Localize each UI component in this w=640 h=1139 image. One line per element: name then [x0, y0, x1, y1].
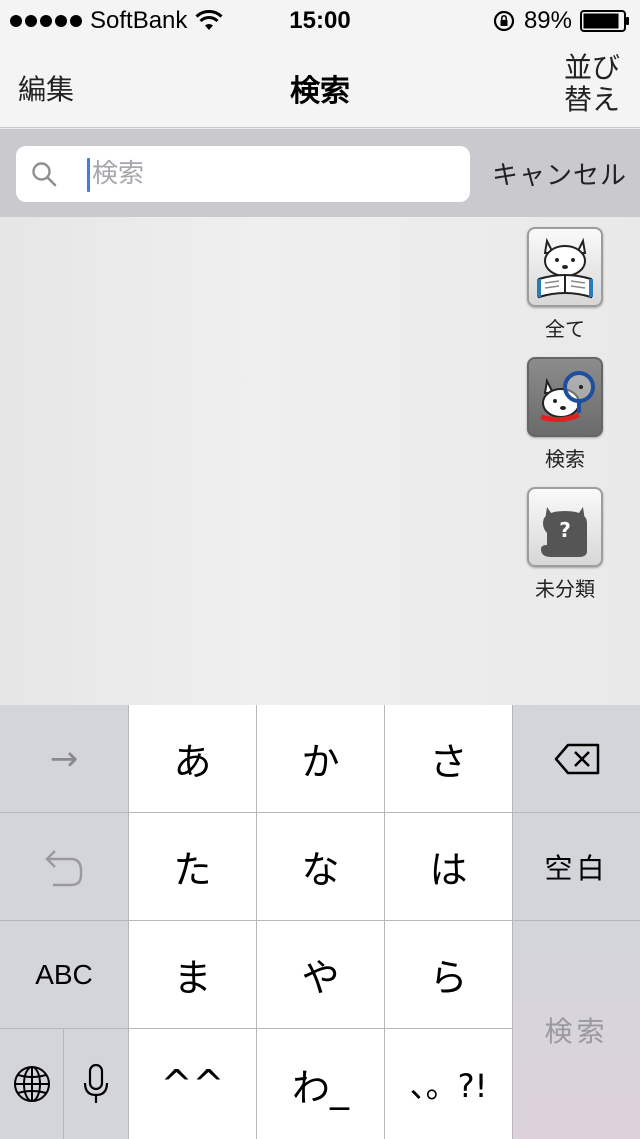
key-ya[interactable]: や: [257, 921, 384, 1028]
svg-text:?: ?: [559, 518, 571, 542]
status-bar: SoftBank 15:00 89%: [0, 0, 640, 40]
rotation-lock-icon: [493, 10, 515, 32]
key-sa[interactable]: さ: [385, 705, 512, 812]
microphone-icon: [83, 1063, 109, 1103]
arrow-right-icon: →: [49, 738, 79, 779]
sort-button[interactable]: 並び 替え: [564, 52, 620, 116]
key-ta[interactable]: た: [129, 813, 256, 920]
text-cursor: [87, 158, 90, 192]
space-key[interactable]: 空白: [513, 813, 640, 920]
category-label: 未分類: [535, 577, 595, 601]
sort-label-line1: 並び: [564, 51, 621, 84]
battery-icon: [580, 10, 629, 32]
delete-key[interactable]: [513, 705, 640, 812]
battery-percent: 89%: [523, 7, 572, 34]
abc-key[interactable]: ABC: [0, 921, 128, 1028]
key-ra[interactable]: ら: [385, 921, 512, 1028]
status-right: 89%: [492, 7, 630, 35]
arrow-key[interactable]: →: [0, 705, 128, 812]
key-a[interactable]: あ: [129, 705, 256, 812]
key-dakuten[interactable]: ^^: [129, 1029, 256, 1139]
navigation-bar: 編集 検索 並び 替え: [0, 40, 640, 128]
category-label: 全て: [545, 317, 585, 341]
search-field[interactable]: [16, 146, 470, 202]
page-title: 検索: [290, 74, 350, 109]
cancel-button[interactable]: キャンセル: [492, 155, 627, 192]
search-input[interactable]: [92, 154, 452, 194]
globe-key[interactable]: [0, 1029, 63, 1139]
key-wa[interactable]: わ_: [257, 1029, 384, 1139]
key-ka[interactable]: か: [257, 705, 384, 812]
search-bar: キャンセル: [0, 129, 640, 217]
globe-icon: [13, 1066, 50, 1102]
key-punctuation[interactable]: 、。?!: [385, 1029, 512, 1139]
sort-label-line2: 替え: [564, 83, 621, 116]
microphone-key[interactable]: [64, 1029, 128, 1139]
category-search[interactable]: 検索: [520, 357, 610, 472]
dog-reading-book-icon: [527, 227, 603, 307]
search-key[interactable]: 検索: [513, 921, 640, 1139]
category-label: 検索: [545, 447, 585, 471]
keyboard: → あ か さ た な は 空白 ABC ま や ら 検索 ^^ わ_ 、。?!: [0, 705, 640, 1139]
undo-icon: [45, 849, 83, 886]
category-all[interactable]: 全て: [520, 227, 610, 342]
category-uncategorized[interactable]: ? 未分類: [520, 487, 610, 602]
key-na[interactable]: な: [257, 813, 384, 920]
dog-magnifier-icon: [527, 357, 603, 437]
content-area: 全て 検索 ? 未分類: [0, 217, 640, 705]
backspace-icon: [554, 743, 599, 774]
search-icon: [32, 162, 57, 187]
question-dog-silhouette-icon: ?: [527, 487, 603, 567]
key-ma[interactable]: ま: [129, 921, 256, 1028]
undo-key[interactable]: [0, 813, 128, 920]
key-ha[interactable]: は: [385, 813, 512, 920]
